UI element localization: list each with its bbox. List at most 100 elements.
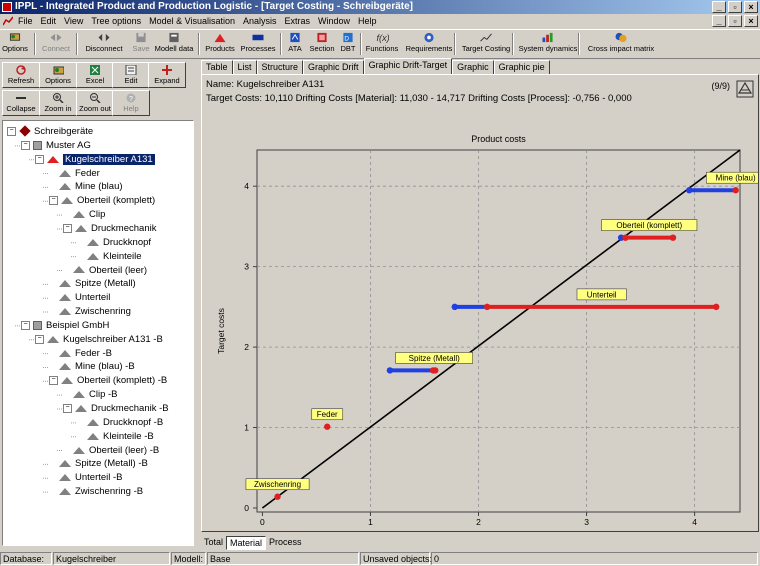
tree-node[interactable]: − Oberteil (komplett)	[49, 194, 155, 207]
tab-graphic-pie[interactable]: Graphic pie	[493, 60, 550, 75]
menu-view[interactable]: View	[64, 14, 83, 28]
tree-node[interactable]: − Druckmechanik	[63, 222, 156, 235]
cost-item-oberteil-komplett[interactable]: Oberteil (komplett)	[601, 219, 698, 241]
tree-node[interactable]: Feder	[49, 167, 100, 180]
tab-total[interactable]: Total	[201, 536, 226, 548]
tree-node[interactable]: Clip -B	[63, 388, 118, 401]
tree-node-label: Druckmechanik	[91, 222, 157, 234]
ata-button[interactable]: ATA	[284, 32, 306, 56]
item-label: Mine (blau)	[716, 174, 756, 183]
functions-button[interactable]: f(x) Functions	[365, 32, 399, 56]
tree-node[interactable]: Spitze (Metall) -B	[49, 457, 148, 470]
model-label: Modell:	[171, 552, 206, 565]
tree-node[interactable]: Spitze (Metall)	[49, 277, 136, 290]
side-zoom-in-button[interactable]: Zoom in	[39, 90, 77, 116]
close-button[interactable]: ×	[744, 1, 758, 13]
part-triangle-icon	[59, 460, 71, 468]
menu-model-visualisation[interactable]: Model & Visualisation	[149, 14, 235, 28]
tree-node[interactable]: Clip	[63, 208, 105, 221]
menu-analysis[interactable]: Analysis	[243, 14, 277, 28]
minimize-button[interactable]: _	[712, 1, 726, 13]
functions-icon: f(x)	[377, 33, 390, 43]
tree-node[interactable]: Mine (blau)	[49, 180, 123, 193]
dbt-button[interactable]: D DBT	[338, 32, 358, 56]
mdi-restore-button[interactable]: ▫	[728, 15, 742, 27]
section-button[interactable]: Section	[308, 32, 336, 56]
tree-node[interactable]: − Muster AG	[21, 139, 91, 152]
collapse-toggle-icon[interactable]: −	[35, 154, 44, 164]
tab-graphic[interactable]: Graphic	[452, 60, 494, 75]
menu-file[interactable]: File	[18, 14, 33, 28]
side-expand-button[interactable]: Expand	[148, 62, 186, 88]
tree-node[interactable]: − Beispiel GmbH	[21, 319, 109, 332]
collapse-toggle-icon[interactable]: −	[49, 376, 58, 386]
tree-node[interactable]: Oberteil (leer) -B	[63, 444, 159, 457]
part-triangle-icon	[73, 266, 85, 274]
cost-item-feder[interactable]: Feder	[311, 408, 344, 430]
requirements-button[interactable]: Requirements	[405, 32, 453, 56]
side-options-button[interactable]: Options	[39, 62, 77, 88]
tree-node[interactable]: Zwischenring -B	[49, 485, 143, 498]
side-edit-button[interactable]: Edit	[112, 62, 150, 88]
product-tree[interactable]: − Schreibgeräte − Muster AG − Kugelschreiber …	[2, 120, 194, 546]
tree-node[interactable]: Kleinteile -B	[77, 430, 154, 443]
y-tick-label: 2	[244, 342, 249, 352]
tree-node[interactable]: Feder -B	[49, 347, 112, 360]
tab-graphic-drift[interactable]: Graphic Drift	[303, 60, 364, 75]
tab-list[interactable]: List	[232, 60, 257, 75]
tab-table[interactable]: Table	[201, 60, 233, 75]
processes-button[interactable]: Processes	[238, 32, 278, 56]
menu-help[interactable]: Help	[358, 14, 377, 28]
menu-extras[interactable]: Extras	[285, 14, 311, 28]
collapse-toggle-icon[interactable]: −	[63, 403, 72, 413]
restore-button[interactable]: ▫	[728, 1, 742, 13]
menu-window[interactable]: Window	[318, 14, 350, 28]
collapse-toggle-icon[interactable]: −	[49, 196, 58, 206]
system-dynamics-button[interactable]: System dynamics	[518, 32, 578, 56]
tree-node[interactable]: Unterteil	[49, 291, 110, 304]
tree-node[interactable]: − Druckmechanik -B	[63, 402, 169, 415]
cross-impact-matrix-button[interactable]: Cross impact matrix	[584, 32, 658, 56]
side-zoom-out-button[interactable]: Zoom out	[76, 90, 114, 116]
tab-graphic-drift-target[interactable]: Graphic Drift-Target	[363, 58, 453, 75]
tab-material[interactable]: Material	[226, 536, 267, 550]
target-costing-button[interactable]: Target Costing	[459, 32, 513, 56]
collapse-toggle-icon[interactable]: −	[21, 320, 30, 330]
tree-node[interactable]: Druckknopf	[77, 236, 151, 249]
cost-item-zwischenring[interactable]: Zwischenring	[245, 478, 310, 500]
collapse-toggle-icon[interactable]: −	[63, 223, 72, 233]
tree-node[interactable]: − Schreibgeräte	[7, 125, 93, 138]
mdi-close-button[interactable]: ×	[744, 15, 758, 27]
mdi-minimize-button[interactable]: _	[712, 15, 726, 27]
collapse-toggle-icon[interactable]: −	[35, 334, 44, 344]
connect-button[interactable]: Connect	[38, 32, 74, 56]
side-help-button[interactable]: ? Help	[112, 90, 150, 116]
cost-item-spitze-metall[interactable]: Spitze (Metall)	[386, 352, 474, 374]
modell-data-button[interactable]: Modell data	[154, 32, 194, 56]
chart-title: Product costs	[471, 134, 526, 144]
collapse-toggle-icon[interactable]: −	[7, 126, 16, 136]
tab-process[interactable]: Process	[266, 536, 305, 548]
tree-node[interactable]: − Oberteil (komplett) -B	[49, 374, 167, 387]
side-excel-button[interactable]: Excel	[76, 62, 114, 88]
save-button[interactable]: Save	[128, 32, 154, 56]
options-button[interactable]: Options	[2, 32, 28, 56]
tree-node[interactable]: Unterteil -B	[49, 471, 123, 484]
cost-item-unterteil[interactable]: Unterteil	[451, 288, 720, 311]
tree-node[interactable]: Oberteil (leer)	[63, 264, 147, 277]
tree-node[interactable]: − Kugelschreiber A131	[35, 153, 155, 166]
tree-node[interactable]: Zwischenring	[49, 305, 131, 318]
products-button[interactable]: Products	[203, 32, 237, 56]
tree-node[interactable]: Kleinteile	[77, 250, 142, 263]
side-collapse-button[interactable]: Collapse	[2, 90, 40, 116]
page-indicator: (9/9)	[711, 81, 730, 91]
menu-edit[interactable]: Edit	[41, 14, 57, 28]
menu-tree-options[interactable]: Tree options	[91, 14, 141, 28]
side-refresh-button[interactable]: Refresh	[2, 62, 40, 88]
tree-node[interactable]: Mine (blau) -B	[49, 360, 135, 373]
tree-node[interactable]: − Kugelschreiber A131 -B	[35, 333, 163, 346]
disconnect-button[interactable]: Disconnect	[82, 32, 126, 56]
tab-structure[interactable]: Structure	[256, 60, 304, 75]
tree-node[interactable]: Druckknopf -B	[77, 416, 163, 429]
collapse-toggle-icon[interactable]: −	[21, 140, 30, 150]
